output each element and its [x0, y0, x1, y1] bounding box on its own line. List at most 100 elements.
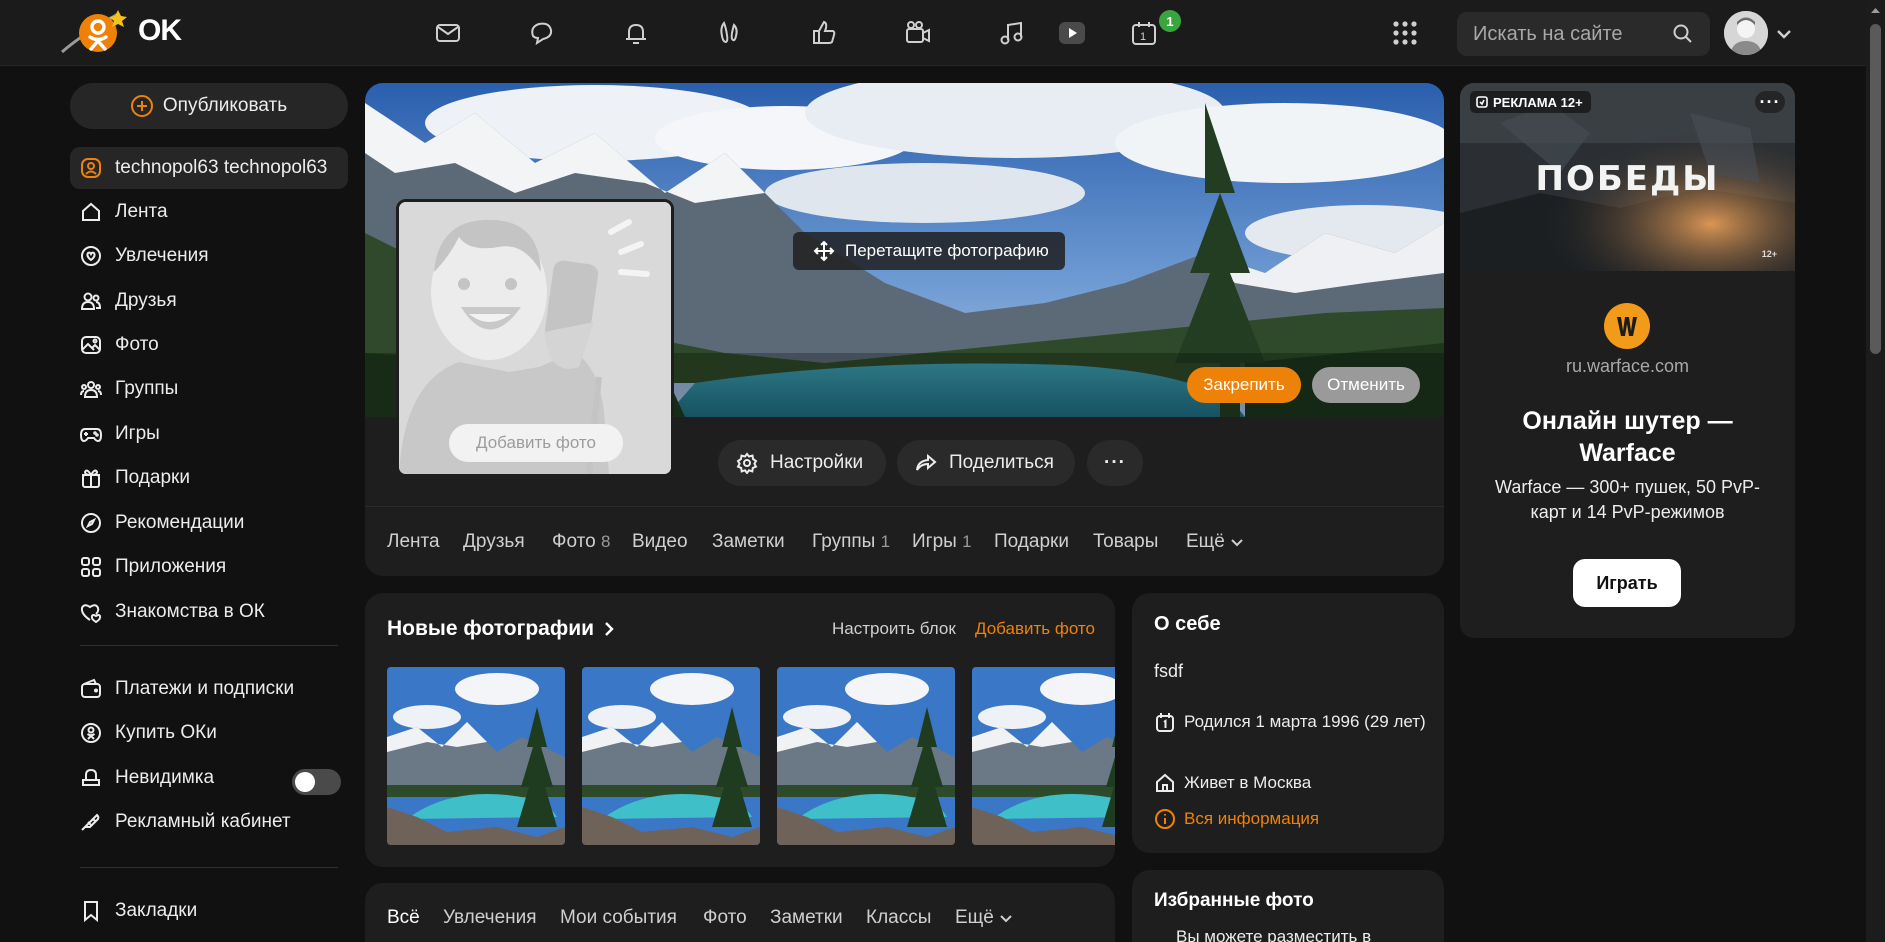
ad-image[interactable]: РЕКЛАМА 12+ ··· ПОБЕДЫ 12+	[1460, 83, 1795, 271]
photo-thumbnail[interactable]	[582, 667, 760, 845]
feed-tab-notes[interactable]: Заметки	[770, 907, 843, 929]
sidebar-item-buy-oki[interactable]: Купить ОКи	[70, 712, 348, 754]
sidebar-item-dating[interactable]: Знакомства в ОК	[70, 591, 348, 633]
hearts-icon	[80, 604, 102, 624]
bookmark-icon	[84, 901, 98, 923]
sidebar-item-bookmarks[interactable]: Закладки	[70, 890, 348, 932]
bell-icon[interactable]	[618, 15, 654, 51]
new-photos-card: Новые фотографии Настроить блок Добавить…	[365, 593, 1115, 867]
chevron-down-icon[interactable]	[1774, 24, 1794, 44]
sidebar-item-apps[interactable]: Приложения	[70, 546, 348, 588]
home-icon	[82, 202, 100, 221]
invisible-toggle[interactable]	[292, 769, 341, 795]
sidebar-item-feed[interactable]: Лента	[70, 191, 348, 233]
sidebar-item-label: Увлечения	[115, 245, 209, 266]
chat-icon[interactable]	[524, 15, 560, 51]
share-icon	[916, 453, 937, 471]
profile-photo[interactable]: Добавить фото	[396, 199, 674, 477]
profile-tab-photo[interactable]: Фото 8	[552, 531, 610, 553]
sidebar-item-label: Игры	[115, 423, 160, 444]
coin-icon	[81, 723, 101, 743]
calendar-icon[interactable]: 1	[1126, 15, 1162, 51]
feed-tab-likes[interactable]: Классы	[866, 907, 931, 929]
drag-hint-label: Перетащите фотографию	[845, 241, 1049, 260]
feed-tab-hobbies[interactable]: Увлечения	[443, 907, 537, 929]
share-button[interactable]: Поделиться	[897, 440, 1075, 486]
page-scrollbar[interactable]	[1866, 0, 1885, 942]
home-icon	[1156, 773, 1174, 792]
sidebar-item-label: Купить ОКи	[115, 722, 217, 743]
sidebar-item-payments[interactable]: Платежи и подписки	[70, 668, 348, 710]
ad-domain[interactable]: ru.warface.com	[1460, 356, 1795, 377]
profile-tab-gifts[interactable]: Подарки	[994, 531, 1069, 553]
profile-tab-goods[interactable]: Товары	[1093, 531, 1158, 553]
sidebar-item-hobbies[interactable]: Увлечения	[70, 235, 348, 277]
user-avatar[interactable]	[1724, 11, 1768, 55]
profile-tab-notes[interactable]: Заметки	[712, 531, 785, 553]
feed-tab-photo[interactable]: Фото	[703, 907, 747, 929]
sidebar-item-label: Платежи и подписки	[115, 678, 295, 699]
sidebar-item-ad-cabinet[interactable]: Рекламный кабинет	[70, 801, 348, 843]
photo-thumbnail[interactable]	[387, 667, 565, 845]
settings-button[interactable]: Настройки	[718, 440, 886, 486]
sidebar-divider	[80, 867, 338, 868]
video-play-icon[interactable]	[1054, 15, 1090, 51]
cancel-cover-button[interactable]: Отменить	[1312, 367, 1420, 403]
profile-tab-feed[interactable]: Лента	[387, 531, 440, 553]
sidebar-item-profile[interactable]: technopol63 technopol63	[70, 147, 348, 189]
all-info-link[interactable]: Вся информация	[1154, 806, 1429, 831]
warface-logo-icon[interactable]	[1604, 303, 1650, 349]
video-call-icon[interactable]	[900, 15, 936, 51]
about-title: О себе	[1154, 613, 1221, 635]
sidebar-item-label: Знакомства в ОК	[115, 601, 265, 622]
more-actions-button[interactable]: ···	[1087, 440, 1143, 486]
warface-emblem-icon	[1617, 317, 1637, 336]
new-photos-title[interactable]: Новые фотографии	[387, 617, 616, 641]
sidebar-item-recommendations[interactable]: Рекомендации	[70, 502, 348, 544]
pin-cover-button[interactable]: Закрепить	[1187, 367, 1301, 403]
landscape-thumbnail-image	[582, 667, 760, 845]
chevron-down-icon	[1000, 915, 1012, 923]
photo-thumbnail[interactable]	[777, 667, 955, 845]
scroll-thumb[interactable]	[1870, 24, 1881, 354]
ad-play-button[interactable]: Играть	[1573, 559, 1681, 607]
feed-tab-my-events[interactable]: Мои события	[560, 907, 677, 929]
like-icon[interactable]	[806, 15, 842, 51]
logo-text[interactable]: OK	[138, 14, 182, 48]
profile-tab-games[interactable]: Игры 1	[912, 531, 972, 553]
favorite-photos-card: Избранные фото Вы можете разместить в	[1132, 870, 1444, 942]
sidebar-item-games[interactable]: Игры	[70, 413, 348, 455]
guests-icon[interactable]	[712, 15, 748, 51]
profile-tab-friends[interactable]: Друзья	[463, 531, 525, 553]
hobby-icon	[81, 246, 101, 266]
search-input[interactable]	[1473, 12, 1663, 56]
mail-icon[interactable]	[430, 15, 466, 51]
sidebar-item-photo[interactable]: Фото	[70, 324, 348, 366]
configure-block-link[interactable]: Настроить блок	[832, 619, 956, 639]
sidebar-item-gifts[interactable]: Подарки	[70, 457, 348, 499]
scroll-up-icon[interactable]	[1871, 6, 1880, 15]
publish-label: Опубликовать	[162, 95, 288, 116]
sidebar-item-friends[interactable]: Друзья	[70, 280, 348, 322]
feed-tab-all[interactable]: Всё	[387, 907, 420, 929]
music-icon[interactable]	[994, 15, 1030, 51]
ad-menu-button[interactable]: ···	[1755, 91, 1785, 113]
photo-thumbnail[interactable]	[972, 667, 1115, 845]
ad-title[interactable]: Онлайн шутер — Warface	[1480, 405, 1775, 469]
avatar-icon	[1724, 11, 1768, 55]
about-card: О себе fsdf Родился 1 марта 1996 (29 лет…	[1132, 593, 1444, 853]
svg-text:1: 1	[1140, 31, 1146, 43]
search-icon[interactable]	[1672, 23, 1694, 45]
sidebar-item-groups[interactable]: Группы	[70, 368, 348, 410]
apps-grid-icon[interactable]	[1390, 18, 1420, 48]
feed-tab-more[interactable]: Ещё	[955, 907, 1014, 929]
ad-card[interactable]: РЕКЛАМА 12+ ··· ПОБЕДЫ 12+ ru.warface.co…	[1460, 83, 1795, 638]
publish-button[interactable]: Опубликовать	[70, 83, 348, 129]
drag-photo-hint[interactable]: Перетащите фотографию	[793, 232, 1065, 270]
add-profile-photo-button[interactable]: Добавить фото	[449, 424, 623, 462]
profile-tab-groups[interactable]: Группы 1	[812, 531, 890, 553]
profile-tab-more[interactable]: Ещё	[1186, 531, 1245, 553]
add-photo-link[interactable]: Добавить фото	[975, 619, 1095, 639]
profile-tab-video[interactable]: Видео	[632, 531, 688, 553]
about-text: fsdf	[1154, 661, 1184, 681]
